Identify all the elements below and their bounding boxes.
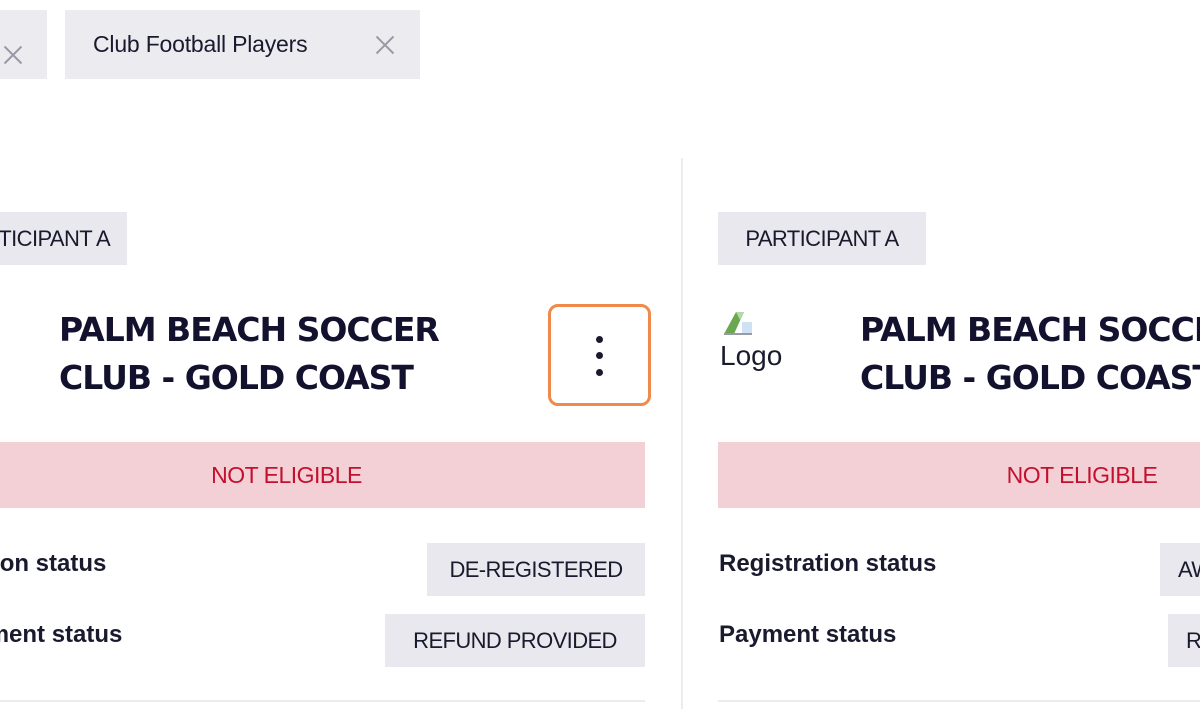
club-logo-alt-text: Logo — [720, 340, 783, 371]
payment-status-value-text: REFUND PROVIDED — [413, 627, 617, 653]
club-name: PALM BEACH SOCCER CLUB - GOLD COAST — [860, 306, 1200, 402]
club-name: PALM BEACH SOCCER CLUB - GOLD COAST — [59, 306, 440, 402]
payment-status-label: Payment status — [719, 621, 897, 648]
broken-image-icon — [724, 312, 752, 335]
more-vertical-icon-dot — [596, 352, 603, 359]
payment-status-value: REFUND PROVIDED — [1168, 614, 1200, 667]
eligibility-status-text: NOT ELIGIBLE — [211, 461, 362, 488]
registration-status-label: Registration status — [0, 550, 107, 577]
payment-status-value: REFUND PROVIDED — [385, 614, 645, 667]
club-name-line: PALM BEACH SOCCER — [59, 310, 440, 349]
participant-badge-label: PARTICIPANT A — [745, 225, 899, 251]
more-vertical-icon-dot — [596, 369, 603, 376]
eligibility-status-banner: NOT ELIGIBLE — [0, 442, 645, 508]
registration-status-value: DE-REGISTERED — [427, 543, 645, 596]
payment-status-value-text: REFUND PROVIDED — [1186, 627, 1200, 653]
more-vertical-icon — [596, 336, 603, 343]
participant-badge: PARTICIPANT A — [0, 212, 127, 265]
registration-status-value-text: AWAITING — [1178, 556, 1200, 582]
card-bottom-rule — [0, 700, 645, 702]
card-divider — [681, 158, 683, 709]
registration-status-value: AWAITING — [1160, 543, 1200, 596]
club-name-line: CLUB - GOLD COAST — [860, 358, 1200, 397]
participant-card: PARTICIPANT A PALM BEACH SOCCER CLUB - G… — [0, 0, 660, 709]
registration-status-label: Registration status — [719, 550, 937, 577]
card-bottom-rule — [718, 700, 1200, 702]
payment-status-label: Payment status — [0, 621, 123, 648]
eligibility-status-banner: NOT ELIGIBLE — [718, 442, 1200, 508]
club-name-line: PALM BEACH SOCCER — [860, 310, 1200, 349]
participant-badge: PARTICIPANT A — [718, 212, 926, 265]
participant-badge-label: PARTICIPANT A — [0, 225, 111, 251]
eligibility-status-text: NOT ELIGIBLE — [1006, 461, 1158, 488]
card-menu-button[interactable] — [548, 304, 651, 406]
registration-status-value-text: DE-REGISTERED — [449, 556, 623, 582]
club-name-line: CLUB - GOLD COAST — [59, 358, 414, 397]
